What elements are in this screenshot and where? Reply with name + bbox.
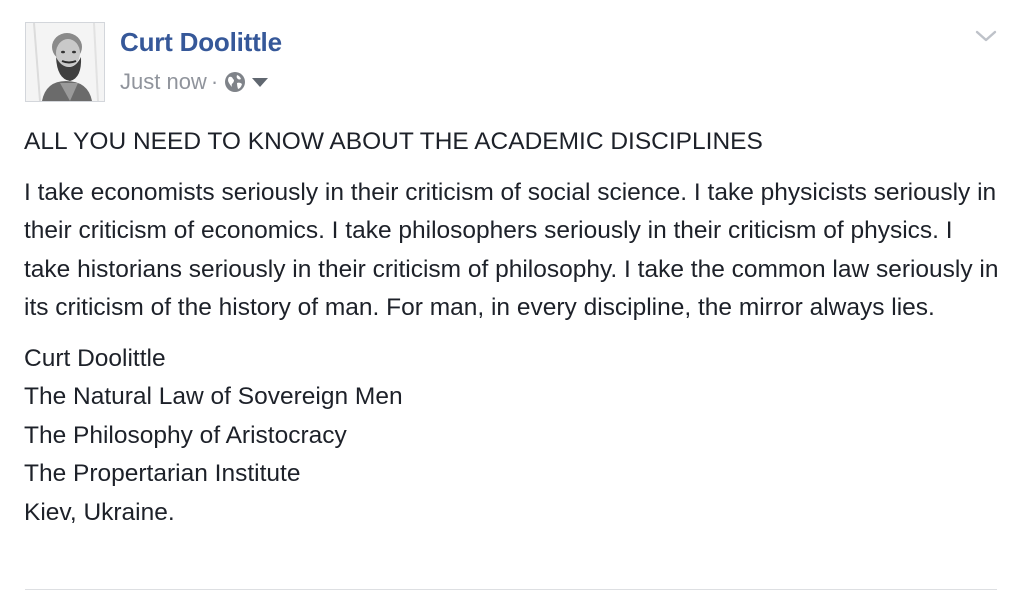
caret-down-icon[interactable]	[252, 77, 269, 87]
signature-line: Kiev, Ukraine.	[24, 498, 175, 526]
signature-line: Curt Doolittle	[24, 344, 166, 372]
chevron-down-icon[interactable]	[975, 28, 997, 44]
globe-icon[interactable]	[224, 71, 246, 93]
author-portrait-image	[26, 23, 104, 101]
post-timestamp[interactable]: Just now	[120, 69, 207, 95]
meta-separator: ·	[210, 69, 219, 94]
author-avatar[interactable]	[25, 22, 105, 102]
post-content: ALL YOU NEED TO KNOW ABOUT THE ACADEMIC …	[24, 123, 1004, 532]
post-divider	[25, 589, 997, 590]
signature-line: The Natural Law of Sovereign Men	[24, 383, 403, 410]
signature-line: The Philosophy of Aristocracy	[24, 421, 347, 449]
facebook-post: Curt Doolittle Just now · ALL YOU NEED T…	[0, 0, 1022, 592]
post-headline: ALL YOU NEED TO KNOW ABOUT THE ACADEMIC …	[24, 128, 763, 155]
post-meta: Just now ·	[120, 67, 269, 97]
author-name-link[interactable]: Curt Doolittle	[120, 26, 282, 58]
post-signature: Curt Doolittle The Natural Law of Sovere…	[24, 340, 1004, 533]
post-body-text: I take economists seriously in their cri…	[24, 178, 999, 322]
signature-line: The Propertarian Institute	[24, 460, 301, 487]
